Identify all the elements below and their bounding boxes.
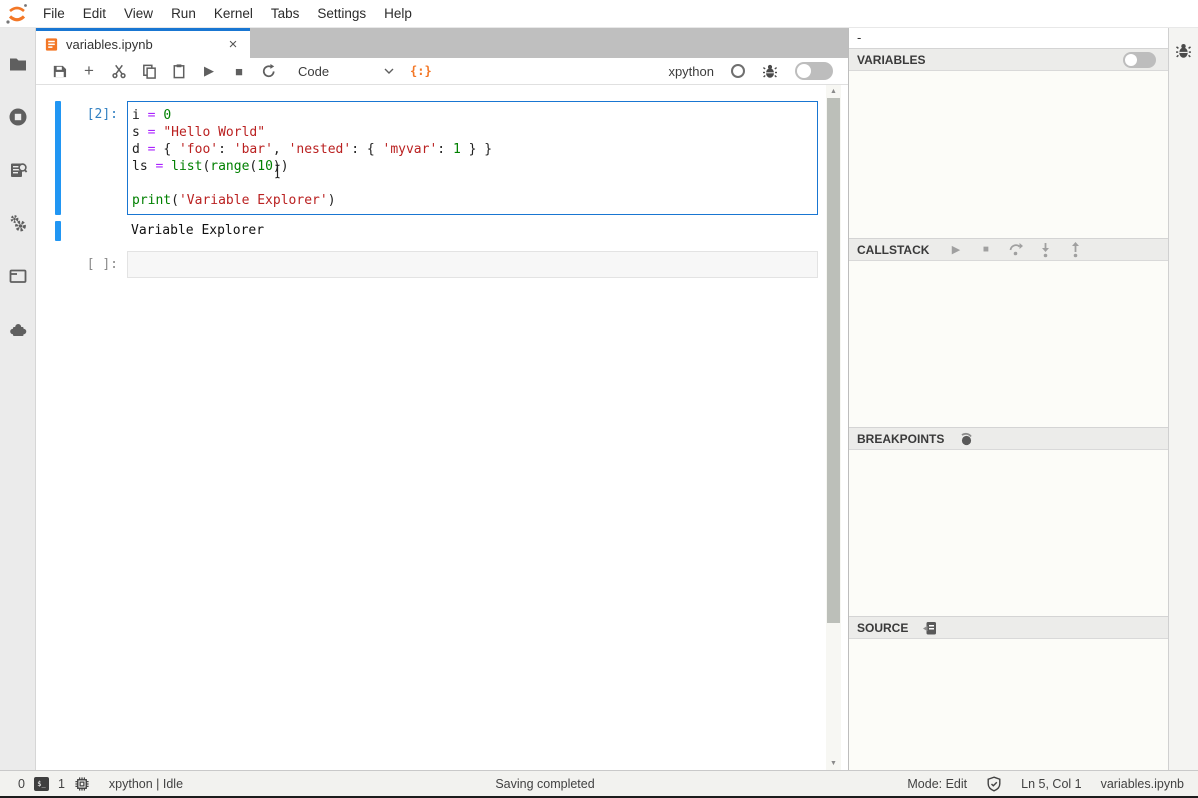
jupyter-logo-icon xyxy=(0,1,34,27)
menu-view[interactable]: View xyxy=(115,0,162,28)
property-inspector-icon[interactable] xyxy=(0,143,36,196)
notebook-area[interactable]: [2]: i = 0s = "Hello World"d = { 'foo': … xyxy=(36,85,848,770)
terminate-button[interactable]: ■ xyxy=(977,241,994,258)
kernel-name[interactable]: xpython xyxy=(668,64,714,79)
copy-cells-button[interactable] xyxy=(134,59,164,83)
right-sidebar-tabs xyxy=(1168,28,1198,770)
menu-settings[interactable]: Settings xyxy=(308,0,375,28)
callstack-section-header[interactable]: CALLSTACK ▶ ■ xyxy=(849,238,1168,261)
interrupt-kernel-button[interactable]: ■ xyxy=(224,59,254,83)
debugger-panel: - VARIABLES CALLSTACK ▶ ■ xyxy=(848,28,1168,770)
open-tabs-icon[interactable] xyxy=(0,249,36,302)
breakpoints-section-header[interactable]: BREAKPOINTS xyxy=(849,427,1168,450)
menubar: File Edit View Run Kernel Tabs Settings … xyxy=(0,0,1198,28)
debugger-tab-bug-icon[interactable] xyxy=(1175,42,1192,59)
variables-view-toggle[interactable] xyxy=(1123,52,1156,68)
close-icon[interactable]: × xyxy=(224,36,242,53)
menu-tabs[interactable]: Tabs xyxy=(262,0,309,28)
statusbar-filename: variables.ipynb xyxy=(1101,777,1184,791)
statusbar-message: Saving completed xyxy=(495,777,594,791)
close-all-breakpoints-icon[interactable] xyxy=(957,430,975,448)
menu-help[interactable]: Help xyxy=(375,0,421,28)
output-area: Variable Explorer xyxy=(36,221,818,241)
step-out-icon[interactable] xyxy=(1067,241,1084,258)
cell-type-value: Code xyxy=(298,64,384,79)
text-cursor-icon xyxy=(273,164,282,179)
gears-icon[interactable] xyxy=(0,196,36,249)
execution-prompt: [2]: xyxy=(61,101,127,215)
debugger-bug-icon[interactable] xyxy=(762,63,778,79)
empty-code-cell[interactable]: [ ]: xyxy=(36,251,818,278)
tab-title: variables.ipynb xyxy=(66,37,224,52)
running-kernels-icon[interactable] xyxy=(0,90,36,143)
code-cell[interactable]: [2]: i = 0s = "Hello World"d = { 'foo': … xyxy=(36,101,818,215)
source-body xyxy=(849,639,1168,770)
terminals-count[interactable]: 0 xyxy=(18,777,25,791)
step-in-icon[interactable] xyxy=(1037,241,1054,258)
kernel-status-icon[interactable] xyxy=(731,64,745,78)
left-sidebar-tabs xyxy=(0,28,36,770)
step-over-icon[interactable] xyxy=(1007,241,1024,258)
save-button[interactable] xyxy=(44,59,74,83)
code-editor[interactable]: i = 0s = "Hello World"d = { 'foo': 'bar'… xyxy=(127,101,818,215)
empty-prompt: [ ]: xyxy=(61,251,127,278)
cut-cells-button[interactable] xyxy=(104,59,134,83)
continue-button[interactable]: ▶ xyxy=(947,241,964,258)
command-palette-braces-icon[interactable]: {:} xyxy=(410,64,432,78)
scrollbar-thumb[interactable] xyxy=(827,98,840,623)
trust-shield-icon[interactable] xyxy=(986,776,1002,792)
toolbar-toggle[interactable] xyxy=(795,62,833,80)
dock-tab-bar: variables.ipynb × xyxy=(36,28,848,58)
variables-section-header[interactable]: VARIABLES xyxy=(849,48,1168,71)
jupyterlab-window: File Edit View Run Kernel Tabs Settings … xyxy=(0,0,1198,798)
source-section-header[interactable]: SOURCE xyxy=(849,616,1168,639)
menu-kernel[interactable]: Kernel xyxy=(205,0,262,28)
notebook-toolbar: + xyxy=(36,58,848,85)
cell-type-dropdown[interactable]: Code xyxy=(298,64,394,79)
file-browser-icon[interactable] xyxy=(0,37,36,90)
cell-output-text: Variable Explorer xyxy=(127,221,268,241)
menu-file[interactable]: File xyxy=(34,0,74,28)
scrollbar-up-icon[interactable]: ▲ xyxy=(826,88,841,95)
chevron-down-icon xyxy=(384,67,394,75)
restart-kernel-button[interactable] xyxy=(254,59,284,83)
callstack-body xyxy=(849,261,1168,427)
paste-cells-button[interactable] xyxy=(164,59,194,83)
cursor-position[interactable]: Ln 5, Col 1 xyxy=(1021,777,1081,791)
open-source-icon[interactable] xyxy=(921,619,939,637)
notebook-icon xyxy=(44,37,59,52)
notebook-scrollbar[interactable]: ▲ ▼ xyxy=(826,85,841,770)
kernel-sessions-count[interactable]: 1 xyxy=(58,777,65,791)
extension-manager-icon[interactable] xyxy=(0,302,36,355)
statusbar: 0 $_ 1 xpython | Idle Saving completed M… xyxy=(0,770,1198,798)
breakpoints-body xyxy=(849,450,1168,616)
code-lines: i = 0s = "Hello World"d = { 'foo': 'bar'… xyxy=(132,107,813,209)
terminal-icon[interactable]: $_ xyxy=(34,777,49,791)
menu-run[interactable]: Run xyxy=(162,0,205,28)
menu-edit[interactable]: Edit xyxy=(74,0,115,28)
scrollbar-down-icon[interactable]: ▼ xyxy=(826,760,841,767)
kernel-status-text[interactable]: xpython | Idle xyxy=(109,777,183,791)
kernel-chip-icon[interactable] xyxy=(74,776,90,792)
run-cell-button[interactable]: ▶ xyxy=(194,59,224,83)
command-mode-indicator[interactable]: Mode: Edit xyxy=(907,777,967,791)
add-cell-button[interactable]: + xyxy=(74,59,104,83)
debugger-title: - xyxy=(849,28,1168,48)
empty-code-editor[interactable] xyxy=(127,251,818,278)
tab-variables-ipynb[interactable]: variables.ipynb × xyxy=(36,28,250,58)
variables-body xyxy=(849,71,1168,238)
